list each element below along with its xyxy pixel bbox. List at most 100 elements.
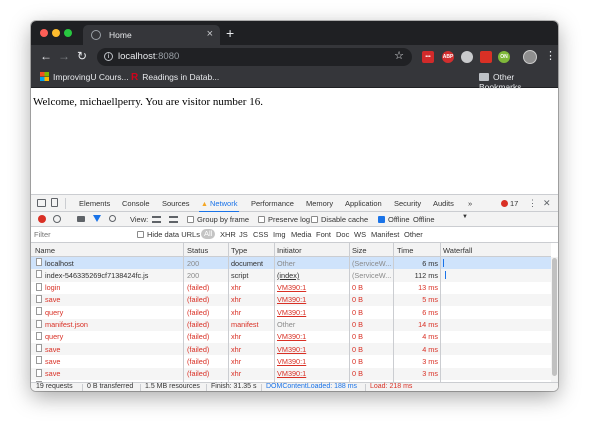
bookmark-readings[interactable]: R Readings in Datab... (131, 72, 219, 83)
device-toolbar-icon[interactable] (51, 198, 58, 207)
preserve-log-checkbox[interactable]: Preserve log (258, 215, 310, 224)
cell-type: xhr (231, 332, 242, 342)
cell-time: 14 ms (418, 320, 438, 329)
tab-performance[interactable]: Performance (251, 199, 294, 208)
cell-initiator[interactable]: VM390:1 (277, 283, 349, 292)
forward-button[interactable]: → (58, 49, 70, 63)
cell-initiator[interactable]: VM390:1 (277, 369, 349, 378)
table-row[interactable]: login (failed) xhr VM390:1 0 B 13 ms (31, 282, 551, 294)
table-row[interactable]: query (failed) xhr VM390:1 0 B 6 ms (31, 306, 551, 318)
bookmark-improvingu[interactable]: ImprovingU Cours... (40, 72, 129, 82)
cell-size: (ServiceW... (352, 258, 392, 268)
search-icon[interactable] (109, 215, 116, 222)
table-row[interactable]: save (failed) xhr VM390:1 0 B 5 ms (31, 293, 551, 307)
browser-menu-icon[interactable]: ⋮ (545, 49, 556, 62)
bookmark-star-icon[interactable]: ☆ (394, 49, 404, 62)
column-name[interactable]: Name (35, 246, 55, 255)
filter-type-font[interactable]: Font (316, 230, 331, 239)
filter-type-css[interactable]: CSS (253, 230, 268, 239)
more-tabs-icon[interactable]: » (468, 199, 472, 208)
filter-type-js[interactable]: JS (239, 230, 248, 239)
group-by-frame-checkbox[interactable]: Group by frame (187, 215, 249, 224)
tab-title: Home (109, 30, 132, 40)
error-count-badge[interactable]: 17 (501, 199, 518, 208)
tab-network[interactable]: ▲ Network (198, 199, 240, 213)
column-divider (440, 243, 441, 382)
tab-home[interactable]: Home × (83, 25, 220, 45)
checkbox (311, 216, 318, 223)
column-waterfall[interactable]: Waterfall (443, 246, 472, 255)
close-tab-icon[interactable]: × (207, 28, 213, 40)
tab-strip: Home × + (31, 21, 558, 45)
table-row[interactable]: save (failed) xhr VM390:1 0 B 4 ms (31, 343, 551, 356)
cell-size: 0 B (352, 307, 363, 317)
column-type[interactable]: Type (231, 246, 247, 255)
scrollbar-thumb[interactable] (552, 258, 557, 376)
filter-type-img[interactable]: Img (273, 230, 286, 239)
cell-size: 0 B (352, 344, 363, 354)
capture-screenshots-icon[interactable] (77, 216, 85, 222)
throttling-select[interactable]: Offline (413, 215, 435, 224)
reload-button[interactable]: ↻ (77, 49, 87, 63)
info-icon[interactable]: i (104, 52, 113, 61)
table-row[interactable]: localhost 200 document Other (ServiceW... 6 m… (31, 257, 551, 270)
filter-icon[interactable] (93, 215, 101, 222)
table-row[interactable]: manifest.json (failed) manifest Other 0 B 14 … (31, 318, 551, 331)
filter-type-ws[interactable]: WS (354, 230, 366, 239)
close-devtools-icon[interactable]: ✕ (543, 198, 551, 209)
disable-cache-checkbox[interactable]: Disable cache (311, 215, 368, 224)
record-icon[interactable] (38, 215, 46, 223)
column-initiator[interactable]: Initiator (277, 246, 302, 255)
minimize-window-button[interactable] (52, 29, 60, 37)
cell-size: 0 B (352, 332, 363, 342)
column-time[interactable]: Time (397, 246, 413, 255)
tab-console[interactable]: Console (122, 199, 150, 208)
tab-sources[interactable]: Sources (162, 199, 190, 208)
cell-initiator[interactable]: VM390:1 (277, 357, 349, 366)
filter-type-all[interactable]: All (201, 229, 216, 239)
filter-type-doc[interactable]: Doc (336, 230, 349, 239)
cell-initiator[interactable]: VM390:1 (277, 345, 349, 354)
clear-icon[interactable] (53, 215, 61, 223)
filter-type-manifest[interactable]: Manifest (371, 230, 399, 239)
overview-icon[interactable] (169, 216, 178, 223)
filter-type-media[interactable]: Media (291, 230, 311, 239)
extension-red-icon[interactable] (480, 51, 492, 63)
cell-initiator[interactable]: VM390:1 (277, 332, 349, 341)
column-status[interactable]: Status (187, 246, 208, 255)
cell-initiator[interactable]: VM390:1 (277, 295, 349, 304)
column-size[interactable]: Size (352, 246, 367, 255)
offline-checkbox[interactable]: Offline (378, 215, 410, 224)
maximize-window-button[interactable] (64, 29, 72, 37)
table-row[interactable]: save (failed) xhr VM390:1 0 B 3 ms (31, 367, 551, 380)
tab-application[interactable]: Application (345, 199, 382, 208)
profile-avatar[interactable] (523, 50, 537, 64)
devtools-menu-icon[interactable]: ⋮ (528, 198, 537, 209)
tab-elements[interactable]: Elements (79, 199, 110, 208)
large-rows-icon[interactable] (152, 216, 161, 223)
extension-grey-icon[interactable] (461, 51, 473, 63)
extension-lastpass-icon[interactable]: ••• (422, 51, 434, 63)
new-tab-button[interactable]: + (226, 25, 234, 41)
back-button[interactable]: ← (40, 49, 52, 63)
filter-type-other[interactable]: Other (404, 230, 423, 239)
table-row[interactable]: query (failed) xhr VM390:1 0 B 4 ms (31, 331, 551, 343)
view-label: View: (130, 215, 149, 224)
extension-adblock-icon[interactable]: ABP (442, 51, 454, 63)
address-bar[interactable]: i localhost:8080 ☆ (97, 48, 412, 66)
filter-input[interactable] (34, 229, 132, 240)
table-row[interactable]: index-546335269cf7138424fc.js 200 script (i… (31, 269, 551, 282)
column-divider (274, 243, 275, 382)
tab-audits[interactable]: Audits (433, 199, 454, 208)
inspect-element-icon[interactable] (37, 199, 46, 207)
tab-security[interactable]: Security (394, 199, 421, 208)
extension-green-icon[interactable]: ON (498, 51, 510, 63)
filter-type-xhr[interactable]: XHR (220, 230, 236, 239)
close-window-button[interactable] (40, 29, 48, 37)
hide-data-urls-checkbox[interactable]: Hide data URLs (137, 230, 200, 239)
waterfall-bar (443, 259, 444, 267)
tab-memory[interactable]: Memory (306, 199, 333, 208)
table-row[interactable]: save (failed) xhr VM390:1 0 B 3 ms (31, 355, 551, 367)
cell-initiator[interactable]: (index) (277, 271, 349, 280)
cell-initiator[interactable]: VM390:1 (277, 308, 349, 317)
